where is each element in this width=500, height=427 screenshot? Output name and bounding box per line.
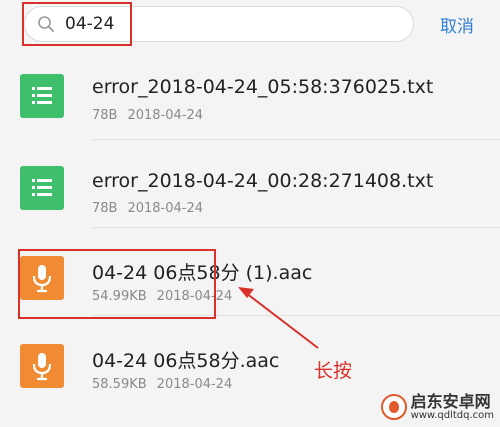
watermark: 启东安卓网 www.qdltdq.com: [380, 391, 494, 421]
annotation-arrow: [238, 287, 319, 349]
watermark-logo-icon: [380, 394, 407, 421]
watermark-url: www.qdltdq.com: [410, 409, 494, 421]
file-search-screen: 取消 error_2018-04-24_05:58:376025.txt 78B…: [0, 0, 500, 427]
long-press-label: 长按: [314, 360, 353, 382]
watermark-title: 启东安卓网: [410, 391, 491, 411]
